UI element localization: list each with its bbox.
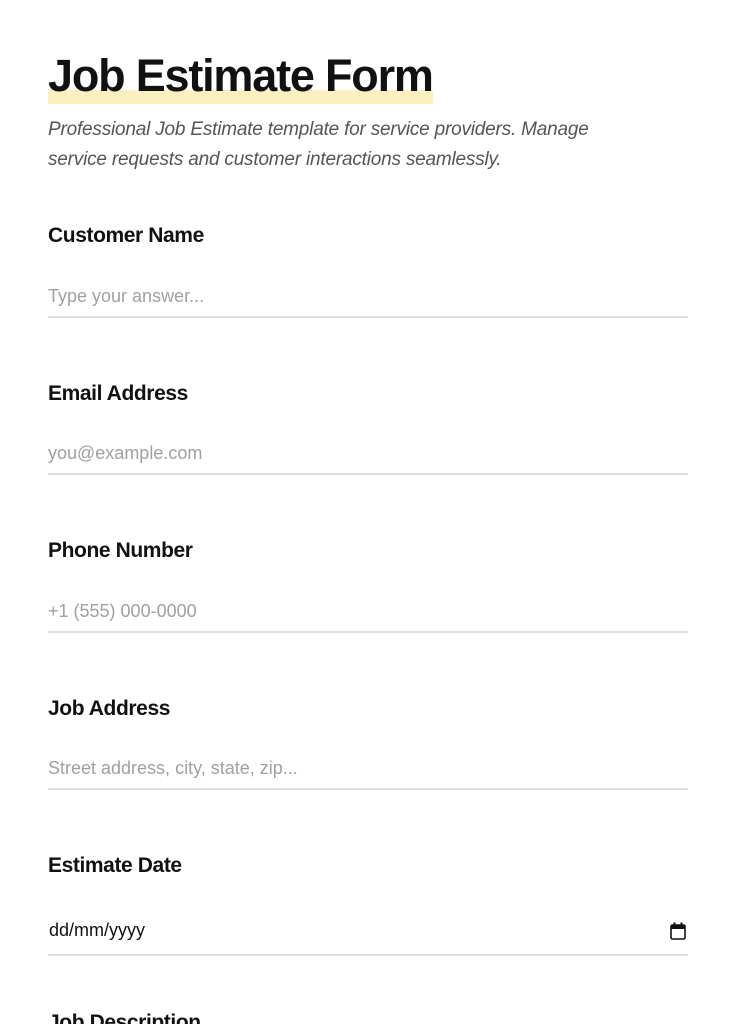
field-phone-number: Phone Number (48, 538, 688, 633)
email-address-label: Email Address (48, 382, 188, 405)
form-title: Job Estimate Form (48, 50, 434, 104)
calendar-icon[interactable] (670, 922, 686, 940)
field-job-description: Job Description (48, 1010, 688, 1024)
email-address-input[interactable] (48, 433, 688, 475)
estimate-date-label: Estimate Date (48, 854, 182, 877)
field-customer-name: Customer Name (48, 223, 688, 318)
customer-name-input[interactable] (48, 276, 688, 318)
customer-name-label: Customer Name (48, 224, 204, 247)
form-subtitle: Professional Job Estimate template for s… (48, 119, 589, 170)
form-title-text: Job Estimate Form (48, 50, 434, 101)
job-address-input[interactable] (48, 748, 688, 790)
job-address-label: Job Address (48, 697, 171, 720)
field-email-address: Email Address (48, 381, 688, 475)
job-description-label: Job Description (48, 1011, 201, 1024)
field-job-address: Job Address (48, 696, 688, 790)
estimate-date-input[interactable]: dd/mm/yyyy (48, 912, 688, 956)
title-wrap: Job Estimate Form (48, 50, 434, 104)
phone-number-input[interactable] (48, 591, 688, 633)
estimate-date-placeholder: dd/mm/yyyy (49, 920, 146, 940)
field-estimate-date: Estimate Date dd/mm/yyyy (48, 853, 688, 956)
phone-number-label: Phone Number (48, 539, 193, 562)
